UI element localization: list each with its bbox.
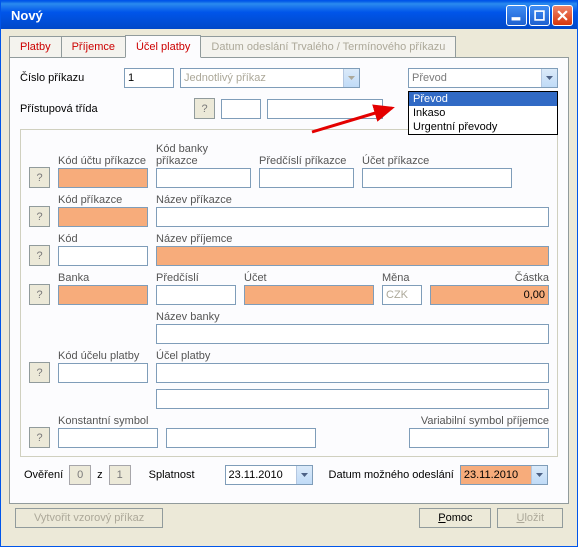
tab-panel: Číslo příkazu Převod Inkaso Urgentní pře…	[9, 57, 569, 504]
button-vytvorit-vzorovy: Vytvořit vzorový příkaz	[15, 508, 163, 528]
annotation-arrow	[310, 102, 400, 139]
input-kod-uctu-prikazce[interactable]	[58, 168, 148, 188]
label-banka: Banka	[58, 272, 148, 284]
label-kod-banky-prikazce: Kód banky příkazce	[156, 143, 251, 167]
label-pristupova-trida: Přístupová třída	[20, 103, 188, 115]
button-pomoc[interactable]: Pomoc	[419, 508, 491, 528]
minimize-button[interactable]	[506, 5, 527, 26]
input-nazev-prikazce[interactable]	[156, 207, 549, 227]
label-kod-ucelu-platby: Kód účelu platby	[58, 350, 148, 362]
input-castka[interactable]	[430, 285, 549, 305]
input-konstantni-symbol[interactable]	[58, 428, 158, 448]
label-nazev-prikazce: Název příkazce	[156, 194, 549, 206]
maximize-button[interactable]	[529, 5, 550, 26]
tab-ucel-platby[interactable]: Účel platby	[125, 35, 201, 58]
label-predcisli-prikazce: Předčíslí příkazce	[259, 155, 354, 167]
row-kod-prikazce: ? Kód příkazce Název příkazce	[29, 194, 549, 227]
help-button[interactable]: ?	[29, 206, 50, 227]
titlebar: Nový	[1, 1, 577, 29]
tab-datum-odeslani: Datum odeslání Trvalého / Termínového př…	[200, 36, 456, 58]
label-castka: Částka	[430, 272, 549, 284]
help-button[interactable]: ?	[29, 362, 50, 383]
input-kod-ucelu-platby[interactable]	[58, 363, 148, 383]
row-banka: ? Banka Předčíslí Účet Měna	[29, 272, 549, 305]
input-ucet[interactable]	[244, 285, 374, 305]
label-mena: Měna	[382, 272, 422, 284]
dropdown-prevod-list[interactable]: Převod Inkaso Urgentní převody	[408, 91, 558, 135]
option-urgentni[interactable]: Urgentní převody	[409, 120, 557, 134]
row-ucel-platby: ? Kód účelu platby Účel platby	[29, 350, 549, 383]
app-window: Nový Platby Příjemce Účel platby Datum o…	[0, 0, 578, 547]
combo-prevod[interactable]	[408, 68, 558, 88]
detail-group: ? Kód účtu příkazce Kód banky příkazce P…	[20, 129, 558, 457]
input-banka[interactable]	[58, 285, 148, 305]
row-prikazce-ucet: ? Kód účtu příkazce Kód banky příkazce P…	[29, 143, 549, 188]
window-buttons	[506, 5, 573, 26]
label-cislo-prikazu: Číslo příkazu	[20, 72, 118, 84]
tab-strip: Platby Příjemce Účel platby Datum odeslá…	[9, 36, 569, 58]
tab-platby[interactable]: Platby	[9, 36, 62, 58]
label-splatnost: Splatnost	[149, 469, 195, 481]
input-overeni-1	[69, 465, 91, 485]
label-konstantni-symbol: Konstantní symbol	[58, 415, 158, 427]
help-button[interactable]: ?	[29, 427, 50, 448]
combo-datum-odeslani[interactable]	[460, 465, 548, 485]
row-ucel-platby-2	[29, 389, 549, 409]
help-button[interactable]: ?	[29, 167, 50, 188]
label-ucel-platby: Účel platby	[156, 350, 549, 362]
row-cislo-prikazu: Číslo příkazu	[20, 68, 558, 88]
help-button[interactable]: ?	[29, 245, 50, 266]
label-z: z	[97, 469, 103, 481]
input-prevod[interactable]	[408, 68, 558, 88]
tab-prijemce[interactable]: Příjemce	[61, 36, 126, 58]
chevron-down-icon[interactable]	[541, 69, 557, 87]
input-cislo-prikazu[interactable]	[124, 68, 174, 88]
label-datum-odeslani: Datum možného odeslání	[329, 469, 454, 481]
window-title: Nový	[5, 8, 506, 23]
client-area: Platby Příjemce Účel platby Datum odeslá…	[1, 29, 577, 540]
label-kod-prikazce: Kód příkazce	[58, 194, 148, 206]
row-nazev-banky: Název banky	[29, 311, 549, 344]
label-ucet-prikazce: Účet příkazce	[362, 155, 512, 167]
row-symboly: ? Konstantní symbol Variabilní symbol př…	[29, 415, 549, 448]
label-ucet: Účet	[244, 272, 374, 284]
row-kod: ? Kód Název příjemce	[29, 233, 549, 266]
help-button[interactable]: ?	[194, 98, 215, 119]
label-overeni: Ověření	[24, 469, 63, 481]
input-ucel-platby-2[interactable]	[156, 389, 549, 409]
input-overeni-2	[109, 465, 131, 485]
label-variabilni-symbol: Variabilní symbol příjemce	[409, 415, 549, 427]
input-mena	[382, 285, 422, 305]
input-kod-prikazce[interactable]	[58, 207, 148, 227]
input-predcisli[interactable]	[156, 285, 236, 305]
close-button[interactable]	[552, 5, 573, 26]
input-nazev-prijemce[interactable]	[156, 246, 549, 266]
input-pristupova-trida-kod[interactable]	[221, 99, 261, 119]
input-nazev-banky[interactable]	[156, 324, 549, 344]
input-variabilni-symbol[interactable]	[409, 428, 549, 448]
option-inkaso[interactable]: Inkaso	[409, 106, 557, 120]
label-kod: Kód	[58, 233, 148, 245]
combo-typ-prikazu	[180, 68, 360, 88]
help-button[interactable]: ?	[29, 284, 50, 305]
label-kod-uctu-prikazce: Kód účtu příkazce	[58, 155, 148, 167]
label-nazev-banky: Název banky	[156, 311, 549, 323]
input-kod[interactable]	[58, 246, 148, 266]
footer-buttons: Vytvořit vzorový příkaz Pomoc Uložit	[9, 504, 569, 532]
input-ucel-platby[interactable]	[156, 363, 549, 383]
button-ulozit: Uložit	[497, 508, 563, 528]
chevron-down-icon	[343, 69, 359, 87]
label-predcisli: Předčíslí	[156, 272, 236, 284]
input-typ-prikazu	[180, 68, 360, 88]
chevron-down-icon[interactable]	[531, 466, 547, 484]
input-kod-banky-prikazce[interactable]	[156, 168, 251, 188]
input-predcisli-prikazce[interactable]	[259, 168, 354, 188]
label-nazev-prijemce: Název příjemce	[156, 233, 549, 245]
option-prevod[interactable]: Převod	[409, 92, 557, 106]
input-ucet-prikazce[interactable]	[362, 168, 512, 188]
chevron-down-icon[interactable]	[296, 466, 312, 484]
combo-splatnost[interactable]	[225, 465, 313, 485]
row-overeni-splatnost: Ověření z Splatnost Datum možného odeslá…	[20, 457, 558, 493]
input-symbol-mid[interactable]	[166, 428, 316, 448]
